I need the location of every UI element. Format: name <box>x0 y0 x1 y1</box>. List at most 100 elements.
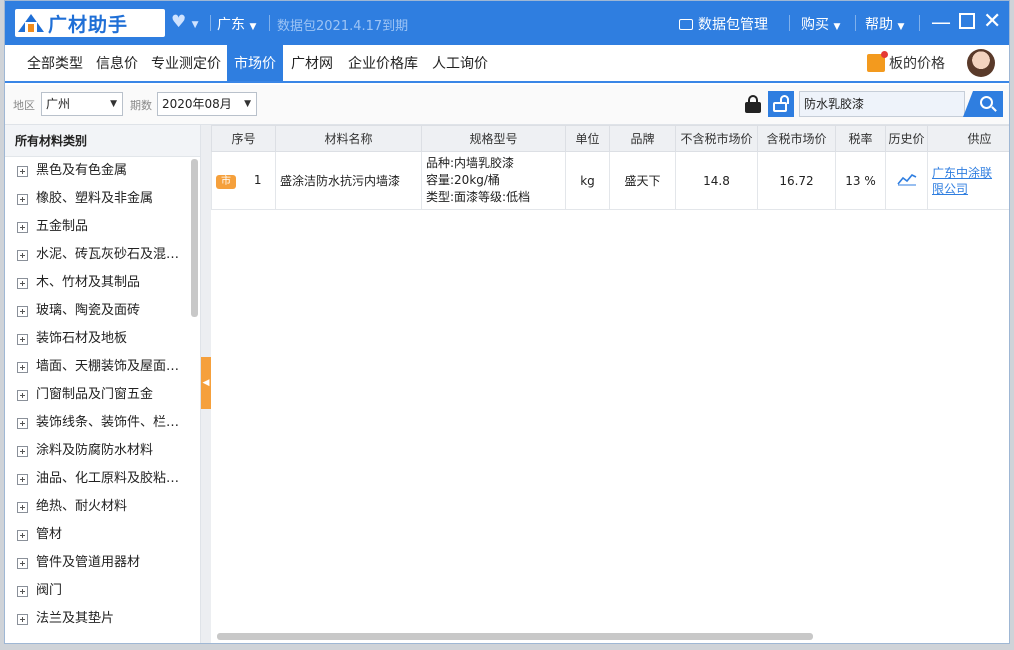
search-input[interactable]: 防水乳胶漆 <box>799 91 965 117</box>
seq-cell: 市 1 <box>211 151 276 210</box>
sidebar-category-item[interactable]: 阀门 <box>5 577 200 605</box>
maximize-icon[interactable] <box>959 13 975 29</box>
app-title: 广材助手 <box>48 13 129 36</box>
sidebar-category-label: 法兰及其垫片 <box>36 611 115 626</box>
history-cell <box>885 151 928 210</box>
expand-plus-icon[interactable] <box>17 305 28 317</box>
period-select[interactable]: 2020年08月 ▼ <box>157 92 257 116</box>
expand-plus-icon[interactable] <box>17 165 28 177</box>
supplier-link[interactable]: 广东中涂联 限公司 <box>927 151 1009 210</box>
sidebar-category-item[interactable]: 油品、化工原料及胶粘… <box>5 465 200 493</box>
expand-plus-icon[interactable] <box>17 221 28 233</box>
expand-plus-icon[interactable] <box>17 361 28 373</box>
app-window: 广材助手 ♥ ▼ 广东 ▼ 数据包2021.4.17到期 数据包管理 购买 ▼ … <box>4 0 1010 644</box>
region-select[interactable]: 广州 ▼ <box>41 92 123 116</box>
expand-plus-icon[interactable] <box>17 557 28 569</box>
region-menu[interactable]: 广东 ▼ <box>217 14 256 34</box>
expand-plus-icon[interactable] <box>17 249 28 261</box>
tab-info-price[interactable]: 信息价 <box>89 45 145 81</box>
sidebar-category-item[interactable]: 玻璃、陶瓷及面砖 <box>5 297 200 325</box>
col-name[interactable]: 材料名称 <box>275 125 422 152</box>
sidebar-category-item[interactable]: 管件及管道用器材 <box>5 549 200 577</box>
spec-line: 容量:20kg/桶 <box>426 173 500 187</box>
row-seq: 1 <box>253 172 262 187</box>
sidebar-scrollbar[interactable] <box>191 159 198 317</box>
search-button[interactable] <box>963 91 1003 117</box>
expand-plus-icon[interactable] <box>17 529 28 541</box>
sidebar-category-item[interactable]: 门窗制品及门窗五金 <box>5 381 200 409</box>
tab-gcw[interactable]: 广材网 <box>285 45 339 81</box>
sidebar-category-item[interactable]: 橡胶、塑料及非金属 <box>5 185 200 213</box>
sidebar-category-item[interactable]: 装饰石材及地板 <box>5 325 200 353</box>
tab-manual-inquiry[interactable]: 人工询价 <box>425 45 495 81</box>
logo-icon <box>18 12 44 34</box>
col-unit[interactable]: 单位 <box>565 125 610 152</box>
tab-enterprise-price-library[interactable]: 企业价格库 <box>341 45 425 81</box>
separator <box>855 15 856 31</box>
sidebar-category-label: 阀门 <box>36 583 63 598</box>
sidebar-category-item[interactable]: 木、竹材及其制品 <box>5 269 200 297</box>
table-horizontal-scrollbar[interactable] <box>217 633 813 640</box>
col-spec[interactable]: 规格型号 <box>421 125 566 152</box>
minimize-icon[interactable]: — <box>931 11 951 33</box>
brand-cell: 盛天下 <box>609 151 676 210</box>
data-package-expiry: 数据包2021.4.17到期 <box>277 19 409 34</box>
col-seq[interactable]: 序号 <box>211 125 276 152</box>
sidebar-category-item[interactable]: 五金制品 <box>5 213 200 241</box>
sidebar-category-item[interactable]: 绝热、耐火材料 <box>5 493 200 521</box>
close-icon[interactable]: ✕ <box>983 11 1001 33</box>
sidebar-category-item[interactable]: 法兰及其垫片 <box>5 605 200 633</box>
table-row[interactable]: 市 1 盛涂洁防水抗污内墙漆 品种:内墙乳胶漆 容量:20kg/桶 类型:面漆等… <box>211 151 1009 210</box>
price-inc-tax-cell: 16.72 <box>757 151 836 210</box>
col-supplier[interactable]: 供应 <box>927 125 1009 152</box>
col-brand[interactable]: 品牌 <box>609 125 676 152</box>
market-badge: 市 <box>216 174 236 189</box>
sidebar-category-item[interactable]: 涂料及防腐防水材料 <box>5 437 200 465</box>
sidebar-category-item[interactable]: 水泥、砖瓦灰砂石及混… <box>5 241 200 269</box>
expand-plus-icon[interactable] <box>17 193 28 205</box>
sidebar-category-label: 管材 <box>36 527 63 542</box>
col-history[interactable]: 历史价 <box>885 125 928 152</box>
help-menu[interactable]: 帮助 ▼ <box>865 14 904 34</box>
sidebar-category-label: 涂料及防腐防水材料 <box>36 443 154 458</box>
separator <box>269 15 270 31</box>
separator <box>789 15 790 31</box>
sidebar-category-item[interactable]: 墙面、天棚装饰及屋面… <box>5 353 200 381</box>
tab-market-price[interactable]: 市场价 <box>227 45 283 81</box>
package-management-button[interactable]: 数据包管理 <box>679 14 768 34</box>
expand-plus-icon[interactable] <box>17 389 28 401</box>
trend-chart-icon[interactable] <box>896 172 917 186</box>
table-header-row: 序号 材料名称 规格型号 单位 品牌 不含税市场价 含税市场价 税率 历史价 供… <box>211 125 1009 152</box>
col-price-ex-tax[interactable]: 不含税市场价 <box>675 125 758 152</box>
briefcase-icon <box>679 19 693 30</box>
results-table: 序号 材料名称 规格型号 单位 品牌 不含税市场价 含税市场价 税率 历史价 供… <box>211 125 1009 643</box>
expand-plus-icon[interactable] <box>17 445 28 457</box>
spec-line: 类型:面漆等级:低档 <box>426 190 531 204</box>
tab-professional-price[interactable]: 专业测定价 <box>147 45 225 81</box>
expand-plus-icon[interactable] <box>17 501 28 513</box>
expand-plus-icon[interactable] <box>17 585 28 597</box>
expand-plus-icon[interactable] <box>17 473 28 485</box>
sidebar-category-item[interactable]: 装饰线条、装饰件、栏… <box>5 409 200 437</box>
spec-line: 品种:内墙乳胶漆 <box>426 156 515 170</box>
promo-link[interactable]: 板的价格 <box>867 51 945 73</box>
collapse-sidebar-button[interactable]: ◀ <box>201 357 211 409</box>
buy-menu[interactable]: 购买 ▼ <box>801 14 840 34</box>
avatar[interactable] <box>967 49 995 77</box>
expand-plus-icon[interactable] <box>17 613 28 625</box>
favorite-heart-icon[interactable]: ♥ ▼ <box>171 12 199 32</box>
unlock-icon[interactable] <box>768 91 794 117</box>
chevron-down-icon: ▼ <box>244 99 251 109</box>
unit-cell: kg <box>565 151 610 210</box>
sidebar-category-item[interactable]: 管材 <box>5 521 200 549</box>
sidebar-category-item[interactable]: 黑色及有色金属 <box>5 157 200 185</box>
expand-plus-icon[interactable] <box>17 417 28 429</box>
sidebar-category-label: 玻璃、陶瓷及面砖 <box>36 303 141 318</box>
lock-icon[interactable] <box>745 95 761 113</box>
expand-plus-icon[interactable] <box>17 277 28 289</box>
region-label: 地区 <box>13 99 35 112</box>
expand-plus-icon[interactable] <box>17 333 28 345</box>
col-tax-rate[interactable]: 税率 <box>835 125 886 152</box>
col-price-inc-tax[interactable]: 含税市场价 <box>757 125 836 152</box>
tab-all-types[interactable]: 全部类型 <box>15 45 95 81</box>
